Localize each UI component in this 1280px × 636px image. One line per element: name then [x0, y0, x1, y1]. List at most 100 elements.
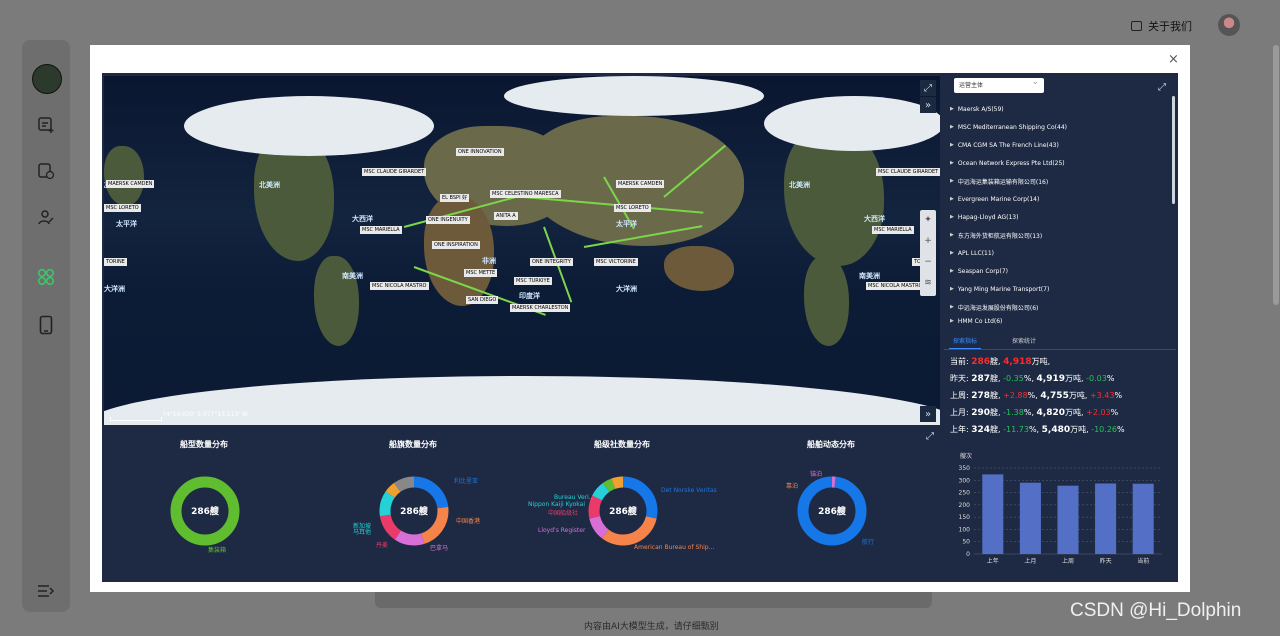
donut-label: 丹麦: [376, 542, 389, 549]
layers-icon[interactable]: ≋: [920, 273, 936, 294]
list-scrollbar[interactable]: [1172, 96, 1175, 204]
ship-label[interactable]: MSC CELESTINO MARESCA: [490, 190, 561, 198]
ship-type-donut[interactable]: 286艘: [168, 474, 242, 548]
bar[interactable]: [1057, 485, 1079, 554]
y-tick-label: 150: [959, 514, 971, 521]
about-us-link[interactable]: 关于我们: [1131, 18, 1192, 34]
ship-label[interactable]: ONE INTEGRITY: [530, 258, 573, 266]
list-item[interactable]: ▶ Ocean Network Express Pte Ltd(25): [950, 154, 1170, 172]
expand-menu-icon[interactable]: [34, 580, 58, 602]
new-chat-icon[interactable]: [34, 114, 58, 136]
apps-icon[interactable]: [34, 266, 58, 288]
ship-count-bar-chart[interactable]: 艘次 0 50 100 150 200 250 300 350 上年 上月 上周 昨天 当前: [944, 440, 1176, 572]
zoom-in-icon[interactable]: +: [920, 231, 936, 252]
world-map[interactable]: 北美洲 北美洲 北美洲 太平洋 大西洋 太平洋 大西洋 南美洲 南美洲 大洋洲 …: [104, 76, 940, 425]
ship-label[interactable]: MSC VICTORINE: [594, 258, 638, 266]
page-scrollbar[interactable]: [1273, 45, 1279, 305]
ship-label[interactable]: MSC NICOLA MASTRO: [370, 282, 429, 290]
list-item[interactable]: ▶ Evergreen Marine Corp(14): [950, 190, 1170, 208]
ship-label[interactable]: MSC MARIELLA: [872, 226, 914, 234]
avatar[interactable]: [1218, 14, 1240, 36]
chart-title: 船旗数量分布: [389, 440, 437, 449]
list-item[interactable]: ▶ CMA CGM SA The French Line(43): [950, 136, 1170, 154]
donut-center: 286艘: [818, 505, 847, 517]
about-us-label: 关于我们: [1148, 20, 1192, 33]
class-society-donut[interactable]: 286艘: [586, 474, 660, 548]
collapse-down-icon[interactable]: »: [920, 406, 936, 422]
list-item-label: Ocean Network Express Pte Ltd(25): [957, 159, 1065, 167]
donut-label: 新加坡: [353, 523, 372, 530]
ship-label[interactable]: MSC MARIELLA: [360, 226, 402, 234]
list-item[interactable]: ▶ HMM Co Ltd(6): [950, 316, 1170, 326]
flag-donut[interactable]: 286艘: [377, 474, 451, 548]
ship-label[interactable]: MSC LORETO: [614, 204, 651, 212]
user-edit-icon[interactable]: [34, 206, 58, 228]
donut-center: 286艘: [609, 505, 638, 517]
mobile-icon[interactable]: [34, 314, 58, 336]
ocean-label: 太平洋: [116, 220, 137, 228]
ship-label[interactable]: EL BSPI 好: [440, 194, 470, 202]
fullscreen-icon[interactable]: ⤢: [1154, 79, 1170, 95]
x-tick-label: 昨天: [1100, 557, 1112, 565]
ship-label[interactable]: ONE INGENUITY: [426, 216, 470, 224]
compass-icon[interactable]: ✦: [920, 210, 936, 231]
list-item[interactable]: ▶ 东方海外货柜航运有限公司(13): [950, 226, 1170, 244]
map-zoom-control[interactable]: ✦ + − ≋: [920, 210, 936, 296]
ship-label[interactable]: ONE INSPIRATION: [432, 241, 480, 249]
ship-label[interactable]: MSC CLAUDE GIRARDET: [362, 168, 427, 176]
ship-label[interactable]: MAERSK CHARLESTON: [510, 304, 571, 312]
watermark: CSDN @Hi_Dolphin: [1070, 600, 1242, 621]
ship-label[interactable]: SAN DIEGO: [466, 296, 499, 304]
ship-label[interactable]: ANITA A: [494, 212, 518, 220]
ship-label[interactable]: TORINE: [104, 258, 127, 266]
list-item[interactable]: ▶ Hapag-Lloyd AG(13): [950, 208, 1170, 226]
info-card-icon: [1131, 21, 1142, 31]
caret-right-icon: ▶: [950, 214, 954, 220]
ship-label[interactable]: MSC METTE: [464, 269, 498, 277]
ship-label[interactable]: MAERSK CAMDEN: [616, 180, 665, 188]
donut-label: 锚泊: [810, 471, 823, 478]
fullscreen-icon[interactable]: ⤢: [922, 428, 938, 444]
tab-metrics[interactable]: 探索指标: [948, 336, 982, 349]
list-item[interactable]: ▶ MSC Mediterranean Shipping Co(44): [950, 118, 1170, 136]
logo-icon[interactable]: [32, 64, 62, 94]
list-item-label: Yang Ming Marine Transport(7): [957, 285, 1050, 293]
list-item[interactable]: ▶ 中远海运发展股份有限公司(6): [950, 298, 1170, 316]
close-icon[interactable]: ×: [1168, 52, 1179, 67]
caret-right-icon: ▶: [950, 142, 954, 148]
map-ice: [504, 76, 764, 116]
list-item[interactable]: ▶ Maersk A/S(59): [950, 100, 1170, 118]
history-icon[interactable]: [34, 160, 58, 182]
bar[interactable]: [982, 474, 1004, 554]
map-land: [804, 256, 849, 346]
ai-disclaimer: 内容由AI大模型生成，请仔细甄别: [584, 622, 719, 632]
list-item[interactable]: ▶ APL LLC(11): [950, 244, 1170, 262]
fullscreen-icon[interactable]: ⤢: [920, 80, 936, 96]
y-tick-label: 350: [959, 465, 971, 472]
ship-label[interactable]: MSC TURKIYE: [514, 277, 552, 285]
tab-statistics[interactable]: 探索统计: [1012, 336, 1036, 345]
ship-label[interactable]: MSC NICOLA MASTRO: [866, 282, 925, 290]
bar[interactable]: [1019, 482, 1041, 554]
chart-title: 船级社数量分布: [594, 440, 650, 449]
stat-row: 上周: 278艘, +2.88%, 4,755万吨, +3.43%: [950, 391, 1123, 401]
ship-status-donut[interactable]: 286艘: [795, 474, 869, 548]
ship-label[interactable]: ONE INNOVATION: [456, 148, 504, 156]
collapse-right-icon[interactable]: »: [920, 97, 936, 113]
ship-label[interactable]: MAERSK CAMDEN: [106, 180, 155, 188]
list-item-label: 东方海外货柜航运有限公司(13): [957, 232, 1043, 240]
map-ice: [764, 96, 940, 151]
ship-label[interactable]: MSC CLAUDE GIRARDET: [876, 168, 940, 176]
list-item[interactable]: ▶ Seaspan Corp(7): [950, 262, 1170, 280]
list-item[interactable]: ▶ 中远海运集装箱运输有限公司(16): [950, 172, 1170, 190]
map-scalebar: [110, 417, 162, 421]
zoom-out-icon[interactable]: −: [920, 252, 936, 273]
list-item[interactable]: ▶ Yang Ming Marine Transport(7): [950, 280, 1170, 298]
operator-select[interactable]: 运营主体: [954, 75, 1044, 93]
continent-label: 大洋洲: [104, 285, 125, 293]
continent-label: 南美洲: [342, 272, 363, 280]
bar[interactable]: [1132, 483, 1154, 554]
y-tick-label: 200: [959, 502, 971, 509]
bar[interactable]: [1095, 483, 1117, 554]
ship-label[interactable]: MSC LORETO: [104, 204, 141, 212]
